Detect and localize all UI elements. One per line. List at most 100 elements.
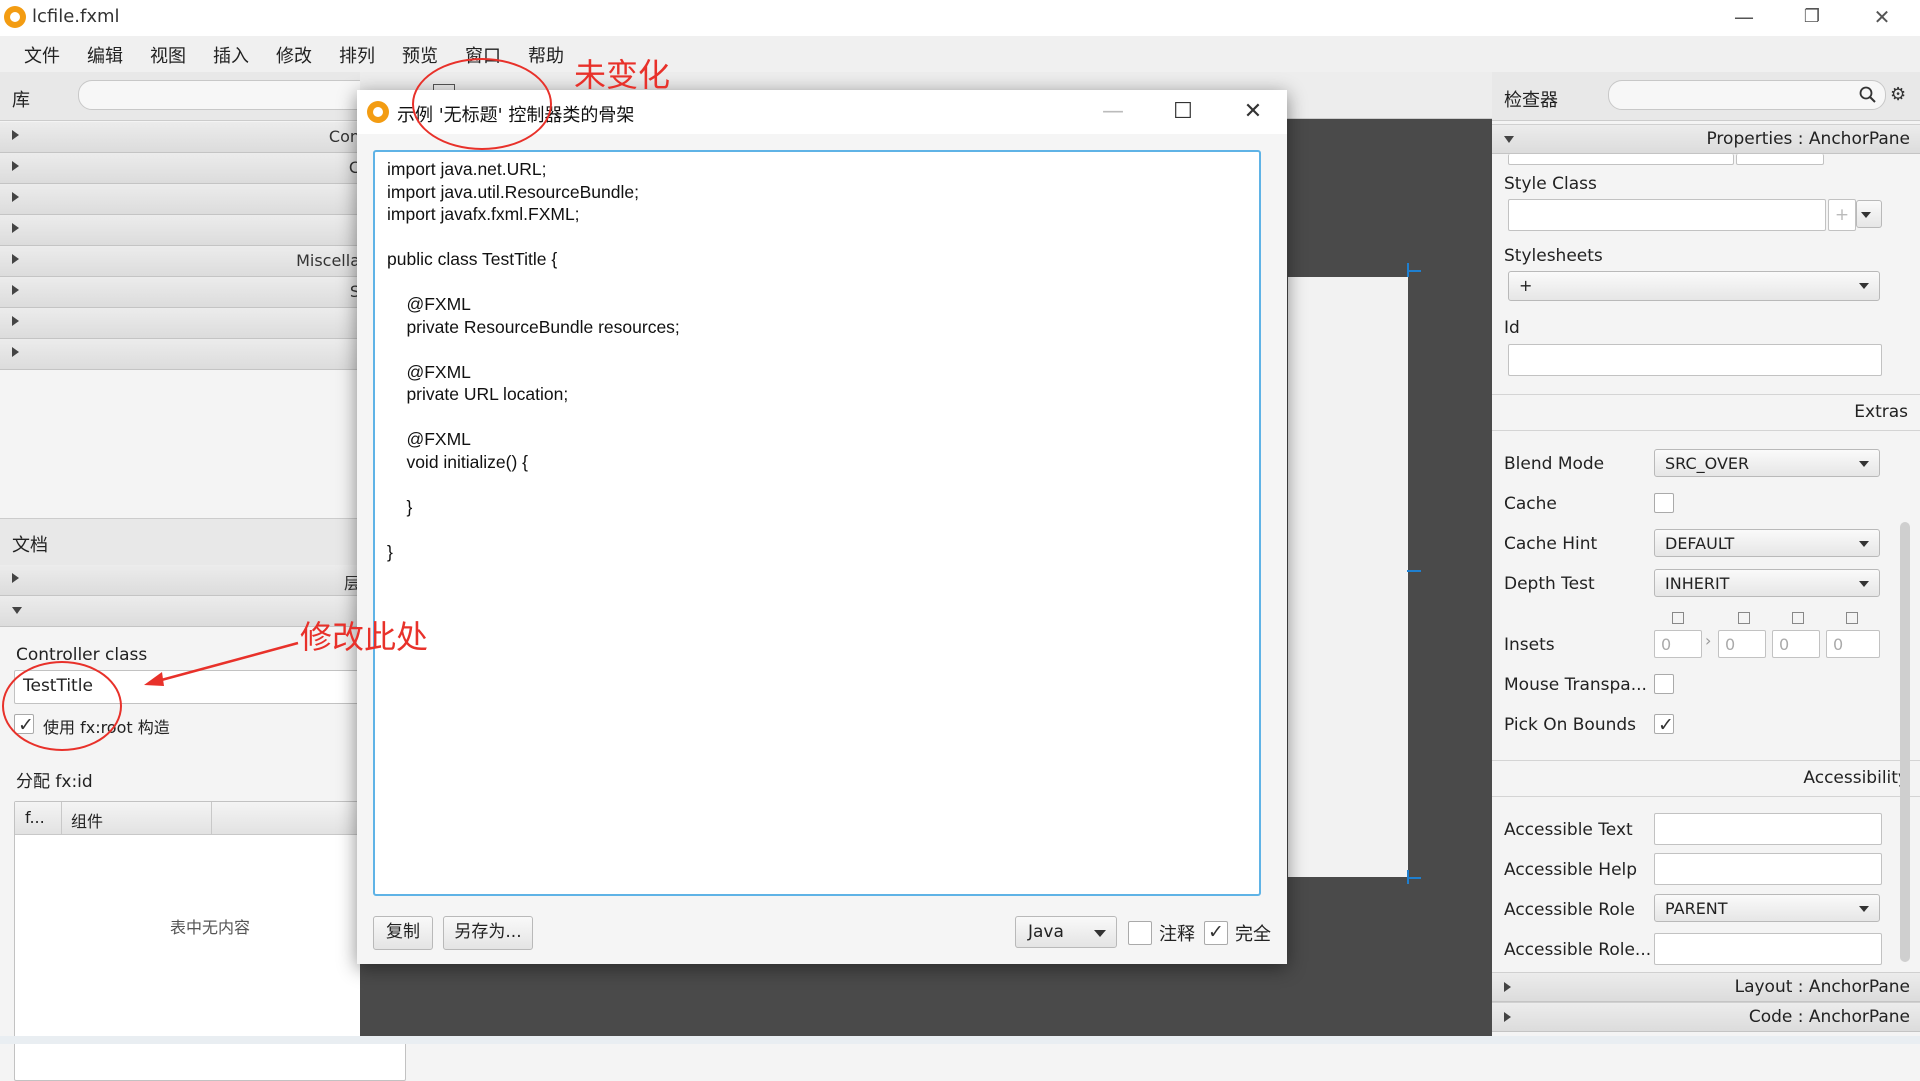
library-search-input[interactable] (78, 80, 380, 110)
divider (1492, 394, 1920, 395)
section-label: Code : AnchorPane (1748, 1007, 1910, 1027)
library-section[interactable] (0, 308, 360, 339)
plus-icon: + (1519, 276, 1533, 295)
inset-bottom-icon (1792, 612, 1804, 624)
table-column-component[interactable]: 组件 (71, 808, 103, 832)
expand-arrow-icon (12, 285, 19, 295)
stylesheets-add-button[interactable]: + (1508, 271, 1880, 301)
selection-handle[interactable] (1407, 270, 1421, 272)
table-empty-text: 表中无内容 (170, 918, 251, 937)
library-section-controls[interactable]: C (0, 153, 360, 184)
accessible-role-select[interactable]: PARENT (1654, 894, 1880, 922)
inspector-header: 检查器 ⚙ (1492, 72, 1920, 121)
expand-arrow-icon (12, 316, 19, 326)
controller-class-label: Controller class (16, 645, 148, 665)
inset-bottom-input[interactable]: 0 (1772, 630, 1820, 658)
library-header: 库 (0, 72, 380, 121)
collapse-arrow-icon (12, 607, 22, 614)
accessible-help-input[interactable] (1654, 853, 1882, 885)
dialog-minimize-button[interactable]: — (1091, 97, 1135, 127)
blend-mode-select[interactable]: SRC_OVER (1654, 449, 1880, 477)
annotation-unchanged: 未变化 (574, 56, 671, 94)
annotation-circle-controller (2, 661, 122, 751)
code-textarea[interactable]: import java.net.URL; import java.util.Re… (373, 150, 1261, 896)
style-class-input[interactable] (1508, 199, 1826, 231)
inset-top-icon (1672, 612, 1684, 624)
depth-test-select[interactable]: INHERIT (1654, 569, 1880, 597)
window-titlebar: lcfile.fxml — ❐ ✕ (0, 0, 1920, 36)
style-class-label: Style Class (1504, 174, 1597, 194)
anchor-pane-preview[interactable] (1288, 277, 1408, 877)
style-class-menu-button[interactable] (1856, 200, 1882, 228)
inspector-search-input[interactable] (1608, 80, 1886, 110)
menu-file[interactable]: 文件 (24, 42, 60, 68)
dialog-maximize-button[interactable]: ☐ (1161, 97, 1205, 127)
inset-top-input[interactable]: 0 (1654, 630, 1702, 658)
minimize-window-button[interactable]: — (1716, 2, 1772, 32)
mouse-transparent-checkbox[interactable] (1654, 674, 1674, 694)
left-panel: 库 Con C Miscella S 文档 层 Controller class… (0, 72, 406, 1081)
accessible-text-input[interactable] (1654, 813, 1882, 845)
code-section-bar[interactable]: Code : AnchorPane (1492, 1002, 1920, 1032)
id-input[interactable] (1508, 344, 1882, 376)
inset-left-input[interactable]: 0 (1826, 630, 1880, 658)
library-section[interactable] (0, 215, 360, 246)
code-line: private ResourceBundle resources; (387, 316, 680, 337)
library-section[interactable] (0, 184, 360, 215)
inset-right-icon (1738, 612, 1750, 624)
library-section[interactable] (0, 339, 360, 370)
library-section-containers[interactable]: Con (0, 122, 360, 153)
copy-button[interactable]: 复制 (373, 916, 433, 950)
style-class-add-icon[interactable]: + (1828, 199, 1856, 231)
link-arrow-icon[interactable]: › (1705, 631, 1711, 650)
table-column-fxid[interactable]: f... (25, 808, 45, 827)
search-icon (1859, 86, 1876, 103)
selection-handle[interactable] (1407, 877, 1421, 879)
code-line: import java.util.ResourceBundle; (387, 181, 639, 202)
section-label: Layout : AnchorPane (1734, 977, 1910, 997)
expand-arrow-icon (1504, 1012, 1511, 1022)
inset-right-input[interactable]: 0 (1718, 630, 1766, 658)
menu-help[interactable]: 帮助 (528, 42, 564, 68)
complete-checkbox[interactable] (1204, 921, 1228, 945)
library-section-miscellaneous[interactable]: Miscella (0, 246, 360, 277)
pick-on-bounds-checkbox[interactable] (1654, 714, 1674, 736)
partial-field[interactable] (1736, 154, 1824, 165)
document-title: 文档 (12, 535, 48, 556)
properties-section-bar[interactable]: Properties : AnchorPane (1492, 124, 1920, 154)
menu-view[interactable]: 视图 (150, 42, 186, 68)
inspector-scrollbar[interactable] (1900, 522, 1910, 962)
expand-arrow-icon (12, 573, 19, 583)
save-as-button[interactable]: 另存为... (443, 916, 533, 950)
menu-preview[interactable]: 预览 (402, 42, 438, 68)
comments-checkbox[interactable] (1128, 921, 1152, 945)
library-section-label: Miscella (296, 251, 360, 270)
restore-window-button[interactable]: ❐ (1784, 2, 1840, 32)
close-window-button[interactable]: ✕ (1854, 2, 1910, 32)
accessible-role-desc-input[interactable] (1654, 933, 1882, 965)
dialog-close-button[interactable]: ✕ (1231, 97, 1275, 127)
mouse-transparent-label: Mouse Transpa... (1504, 675, 1647, 695)
extras-label: Extras (1854, 402, 1908, 422)
code-line: } (387, 541, 393, 562)
menu-insert[interactable]: 插入 (213, 42, 249, 68)
selection-handle[interactable] (1407, 570, 1421, 572)
divider (1492, 430, 1920, 431)
language-select[interactable]: Java (1015, 916, 1117, 948)
expand-arrow-icon (12, 161, 19, 171)
cache-hint-select[interactable]: DEFAULT (1654, 529, 1880, 557)
menu-arrange[interactable]: 排列 (339, 42, 375, 68)
menu-edit[interactable]: 编辑 (87, 42, 123, 68)
document-section-hierarchy[interactable]: 层 (0, 565, 360, 596)
comments-label: 注释 (1159, 924, 1195, 945)
gear-icon[interactable]: ⚙ (1890, 84, 1906, 105)
taskbar-strip (0, 1036, 1920, 1044)
partial-field[interactable] (1508, 154, 1734, 165)
library-section-shapes[interactable]: S (0, 277, 360, 308)
accessible-role-label: Accessible Role (1504, 900, 1635, 920)
layout-section-bar[interactable]: Layout : AnchorPane (1492, 972, 1920, 1002)
cache-checkbox[interactable] (1654, 493, 1674, 513)
menu-modify[interactable]: 修改 (276, 42, 312, 68)
app-logo-icon (4, 6, 26, 28)
